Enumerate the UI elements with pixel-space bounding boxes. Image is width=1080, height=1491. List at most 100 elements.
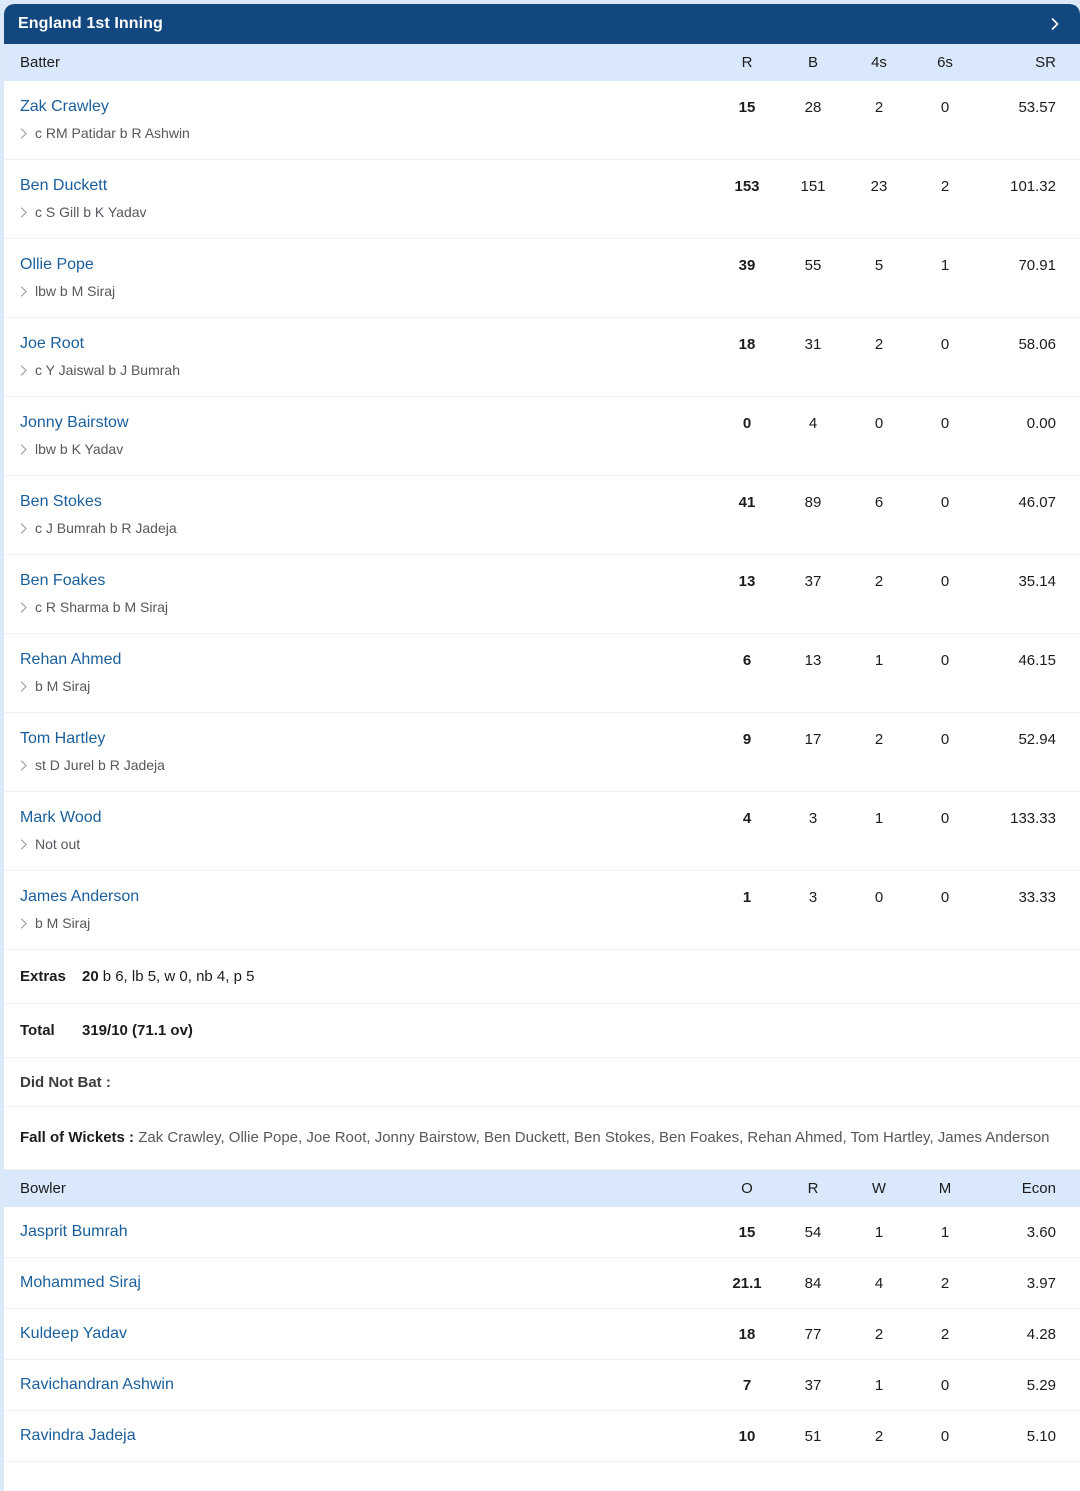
batter-cell: Rehan Ahmed b M Siraj — [20, 650, 714, 695]
batter-sixes: 0 — [940, 415, 950, 432]
batter-fours: 2 — [874, 573, 884, 590]
batting-header-sixes: 6s — [937, 54, 953, 71]
bowler-economy: 5.10 — [1026, 1427, 1056, 1445]
batter-name[interactable]: Rehan Ahmed — [20, 650, 714, 670]
dismissal-info[interactable]: lbw b M Siraj — [20, 283, 714, 300]
batter-fours: 1 — [874, 652, 884, 669]
batter-strike-rate: 58.06 — [1018, 336, 1056, 353]
batter-sixes: 2 — [940, 178, 950, 195]
bowler-maidens: 2 — [940, 1274, 950, 1292]
scorecard-page: England 1st Inning Batter R B 4s 6s SR Z… — [0, 0, 1080, 1491]
dismissal-info[interactable]: c J Bumrah b R Jadeja — [20, 520, 714, 537]
batter-name[interactable]: Tom Hartley — [20, 729, 714, 749]
bowler-name[interactable]: Kuldeep Yadav — [20, 1325, 127, 1342]
batter-name[interactable]: Ben Foakes — [20, 571, 714, 591]
batter-runs: 9 — [742, 731, 752, 748]
batter-cell: Ben Duckett c S Gill b K Yadav — [20, 176, 714, 221]
bowler-name[interactable]: Ravichandran Ashwin — [20, 1376, 174, 1393]
bowler-name[interactable]: Jasprit Bumrah — [20, 1223, 128, 1240]
batter-cell: Zak Crawley c RM Patidar b R Ashwin — [20, 97, 714, 142]
bowling-header-name: Bowler — [20, 1180, 66, 1197]
dismissal-info[interactable]: c Y Jaiswal b J Bumrah — [20, 362, 714, 379]
batter-strike-rate: 46.15 — [1018, 652, 1056, 669]
batter-balls: 4 — [808, 415, 818, 432]
batter-runs: 1 — [742, 889, 752, 906]
dismissal-info[interactable]: lbw b K Yadav — [20, 441, 714, 458]
batting-column-header: Batter R B 4s 6s SR — [4, 44, 1080, 81]
bowling-header-runs: R — [807, 1180, 819, 1197]
bowler-wickets: 2 — [874, 1325, 884, 1343]
batter-strike-rate: 53.57 — [1018, 99, 1056, 116]
batter-name[interactable]: Ollie Pope — [20, 255, 714, 275]
batter-sixes: 0 — [940, 652, 950, 669]
dismissal-info[interactable]: b M Siraj — [20, 678, 714, 695]
dismissal-info[interactable]: Not out — [20, 836, 714, 853]
bowling-column-header: Bowler O R W M Econ — [4, 1170, 1080, 1207]
table-row: Ben Foakes c R Sharma b M Siraj 13 37 2 0 35.1… — [4, 555, 1080, 634]
batter-name[interactable]: Joe Root — [20, 334, 714, 354]
dismissal-info[interactable]: c S Gill b K Yadav — [20, 204, 714, 221]
dismissal-info[interactable]: b M Siraj — [20, 915, 714, 932]
bowling-header-economy: Econ — [1021, 1180, 1056, 1197]
bowler-name[interactable]: Ravindra Jadeja — [20, 1427, 136, 1444]
batter-name[interactable]: James Anderson — [20, 887, 714, 907]
bowler-name[interactable]: Mohammed Siraj — [20, 1274, 141, 1291]
batter-balls: 31 — [804, 336, 822, 353]
batter-fours: 23 — [870, 178, 888, 195]
batter-strike-rate: 46.07 — [1018, 494, 1056, 511]
batter-cell: Tom Hartley st D Jurel b R Jadeja — [20, 729, 714, 774]
batter-cell: Ollie Pope lbw b M Siraj — [20, 255, 714, 300]
dismissal-text: Not out — [35, 836, 81, 852]
chevron-right-small-icon — [20, 523, 28, 534]
table-row: Kuldeep Yadav 18 77 2 2 4.28 — [4, 1309, 1080, 1360]
chevron-right-icon[interactable] — [1048, 17, 1062, 31]
dismissal-info[interactable]: c RM Patidar b R Ashwin — [20, 125, 714, 142]
extras-breakdown: b 6, lb 5, w 0, nb 4, p 5 — [102, 968, 255, 985]
dismissal-text: st D Jurel b R Jadeja — [35, 757, 165, 773]
batter-fours: 1 — [874, 810, 884, 827]
bowler-economy: 3.60 — [1026, 1223, 1056, 1241]
dismissal-info[interactable]: st D Jurel b R Jadeja — [20, 757, 714, 774]
bowler-overs: 10 — [738, 1427, 756, 1445]
table-row: Joe Root c Y Jaiswal b J Bumrah 18 31 2 0 58.0… — [4, 318, 1080, 397]
dismissal-text: c R Sharma b M Siraj — [35, 599, 169, 615]
table-row: Ollie Pope lbw b M Siraj 39 55 5 1 70.91 — [4, 239, 1080, 318]
bowler-maidens: 0 — [940, 1376, 950, 1394]
inning-header[interactable]: England 1st Inning — [4, 4, 1080, 44]
batter-strike-rate: 35.14 — [1018, 573, 1056, 590]
batting-header-strike-rate: SR — [1035, 54, 1056, 71]
table-row: Mohammed Siraj 21.1 84 4 2 3.97 — [4, 1258, 1080, 1309]
batter-sixes: 0 — [940, 573, 950, 590]
batter-name[interactable]: Ben Stokes — [20, 492, 714, 512]
fall-of-wickets-row: Fall of Wickets : Zak Crawley, Ollie Pop… — [4, 1107, 1080, 1170]
total-value: 319/10 (71.1 ov) — [82, 1022, 193, 1039]
batter-runs: 41 — [738, 494, 756, 511]
dismissal-text: b M Siraj — [35, 678, 91, 694]
batter-balls: 3 — [808, 810, 818, 827]
dismissal-text: c Y Jaiswal b J Bumrah — [35, 362, 180, 378]
batter-balls: 17 — [804, 731, 822, 748]
batter-sixes: 0 — [940, 889, 950, 906]
table-row: Ravindra Jadeja 10 51 2 0 5.10 — [4, 1411, 1080, 1462]
batter-cell: Mark Wood Not out — [20, 808, 714, 853]
dismissal-text: b M Siraj — [35, 915, 91, 931]
chevron-right-small-icon — [20, 760, 28, 771]
batter-name[interactable]: Zak Crawley — [20, 97, 714, 117]
table-row: Jasprit Bumrah 15 54 1 1 3.60 — [4, 1207, 1080, 1258]
batter-balls: 151 — [800, 178, 826, 195]
batter-cell: Joe Root c Y Jaiswal b J Bumrah — [20, 334, 714, 379]
dismissal-info[interactable]: c R Sharma b M Siraj — [20, 599, 714, 616]
bowler-overs: 7 — [742, 1376, 752, 1394]
batter-name[interactable]: Jonny Bairstow — [20, 413, 714, 433]
batter-sixes: 0 — [940, 336, 950, 353]
batter-name[interactable]: Mark Wood — [20, 808, 714, 828]
batter-name[interactable]: Ben Duckett — [20, 176, 714, 196]
batting-table-body: Zak Crawley c RM Patidar b R Ashwin 15 28 2 0… — [4, 81, 1080, 950]
bowler-runs: 84 — [804, 1274, 822, 1292]
batter-fours: 6 — [874, 494, 884, 511]
bowler-maidens: 0 — [940, 1427, 950, 1445]
batter-strike-rate: 33.33 — [1018, 889, 1056, 906]
bowler-cell: Jasprit Bumrah — [20, 1222, 714, 1242]
total-row: Total 319/10 (71.1 ov) — [4, 1004, 1080, 1058]
batter-balls: 55 — [804, 257, 822, 274]
